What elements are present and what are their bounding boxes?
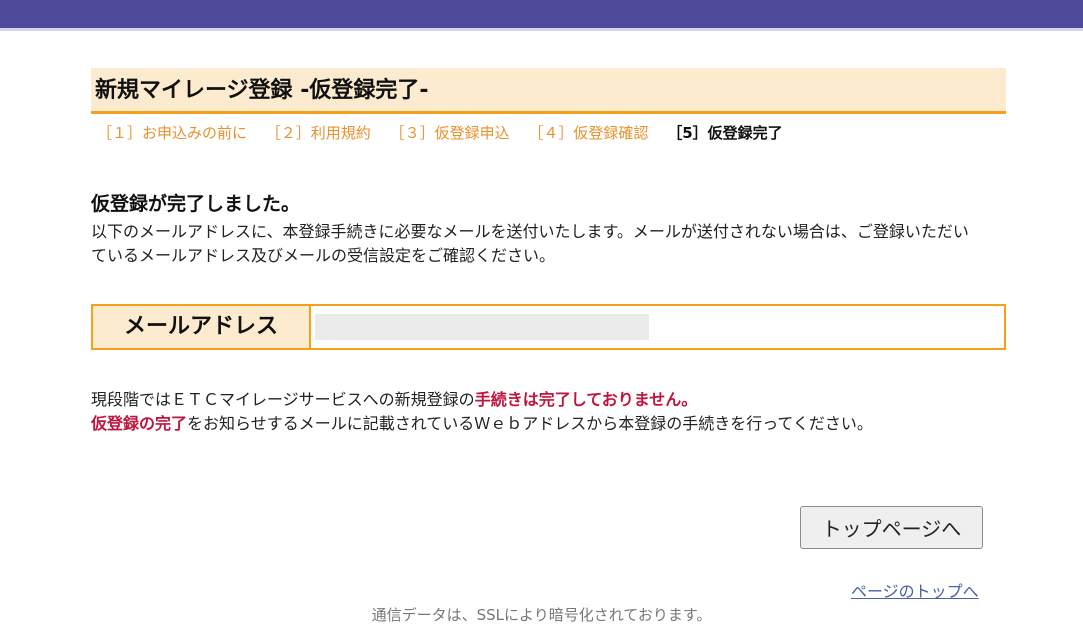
progress-steps: ［１］お申込みの前に ［２］利用規約 ［３］仮登録申込 ［４］仮登録確認 ［5］… [91,122,1006,143]
top-page-button[interactable]: トップページへ [800,506,983,549]
complete-heading: 仮登録が完了しました。 [91,193,301,215]
site-header-bar [0,0,1083,31]
notice-line2-emphasis: 仮登録の完了 [91,414,188,433]
page-title: 新規マイレージ登録 -仮登録完了- [91,68,1006,114]
notice-line1-emphasis: 手続きは完了しておりません。 [474,390,698,409]
step-5-current: ［5］仮登録完了 [667,124,783,142]
complete-description: 以下のメールアドレスに、本登録手続きに必要なメールを送付いたします。メールが送付… [91,222,969,265]
step-4: ［４］仮登録確認 [528,124,649,142]
mail-address-value [315,314,649,340]
notice-line1-text: 現段階ではＥＴＣマイレージサービスへの新規登録の [91,390,475,409]
ssl-note: 通信データは、SSLにより暗号化されております。 [371,606,712,624]
page-top-link[interactable]: ページのトップへ [851,578,979,602]
main-content: 新規マイレージ登録 -仮登録完了- ［１］お申込みの前に ［２］利用規約 ［３］… [91,68,1006,436]
step-1: ［１］お申込みの前に [97,124,248,142]
step-2: ［２］利用規約 [265,124,371,142]
mail-address-table: メールアドレス [91,304,1006,350]
mail-address-label: メールアドレス [93,306,311,348]
button-row: トップページへ [800,506,983,549]
step-3: ［３］仮登録申込 [389,124,510,142]
registration-notice: 現段階ではＥＴＣマイレージサービスへの新規登録の手続きは完了しておりません。 仮… [91,388,1001,436]
notice-line2-text: をお知らせするメールに記載されているＷｅｂアドレスから本登録の手続きを行ってくだ… [187,414,873,433]
